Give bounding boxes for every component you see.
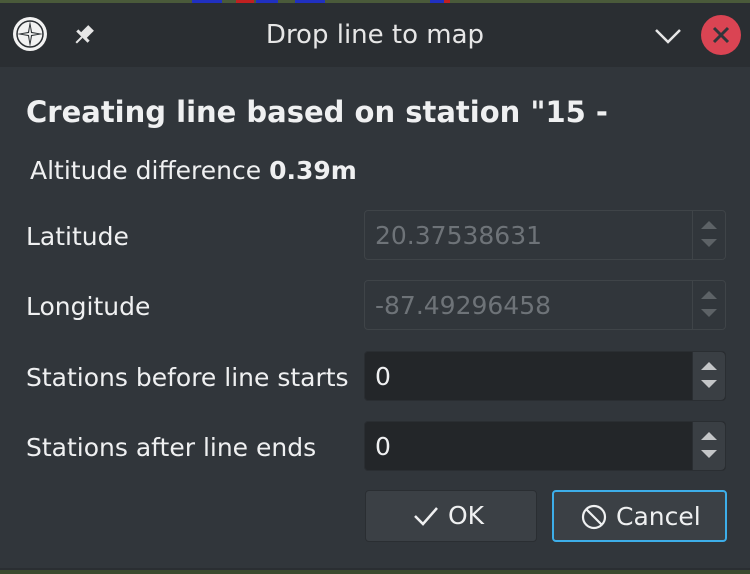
cancel-label: Cancel [616,502,701,531]
cancel-button[interactable]: Cancel [552,490,727,542]
spin-up-icon[interactable] [701,432,717,440]
stations-after-value[interactable]: 0 [375,430,391,464]
spin-down-icon [701,309,717,317]
drop-line-dialog: Drop line to map Creating line based on … [0,0,750,570]
stations-before-spin-arrows[interactable] [692,352,725,400]
chevron-down-icon[interactable] [652,21,684,49]
ok-button[interactable]: OK [365,490,537,542]
altitude-label: Altitude difference [30,156,262,185]
spin-down-icon [701,239,717,247]
longitude-spinbox: -87.49296458 [364,280,726,330]
window-title: Drop line to map [265,20,485,50]
latitude-label: Latitude [26,222,129,251]
dialog-heading: Creating line based on station "15 - [26,95,608,129]
stations-after-spin-arrows[interactable] [692,422,725,470]
spin-down-icon[interactable] [701,380,717,388]
checkmark-icon [414,507,438,526]
latitude-value: 20.37538631 [375,221,543,250]
close-button[interactable] [701,15,741,55]
longitude-value: -87.49296458 [375,291,552,320]
stations-after-label: Stations after line ends [26,433,317,462]
stations-before-value[interactable]: 0 [375,360,391,394]
stations-before-label: Stations before line starts [26,363,349,392]
spin-up-icon [701,291,717,299]
latitude-spinbox: 20.37538631 [364,210,726,260]
spin-down-icon[interactable] [701,450,717,458]
longitude-spin-arrows [692,281,725,329]
title-bar[interactable]: Drop line to map [0,3,750,67]
spin-up-icon [701,221,717,229]
spin-up-icon[interactable] [701,362,717,370]
longitude-label: Longitude [26,292,151,321]
altitude-value: 0.39m [269,156,357,185]
cancel-icon [581,504,607,530]
stations-after-spinbox[interactable]: 0 [364,421,726,471]
latitude-spin-arrows [692,211,725,259]
ok-label: OK [448,501,485,530]
stations-before-spinbox[interactable]: 0 [364,351,726,401]
altitude-difference: Altitude difference 0.39m [30,154,357,188]
close-icon [712,26,730,44]
